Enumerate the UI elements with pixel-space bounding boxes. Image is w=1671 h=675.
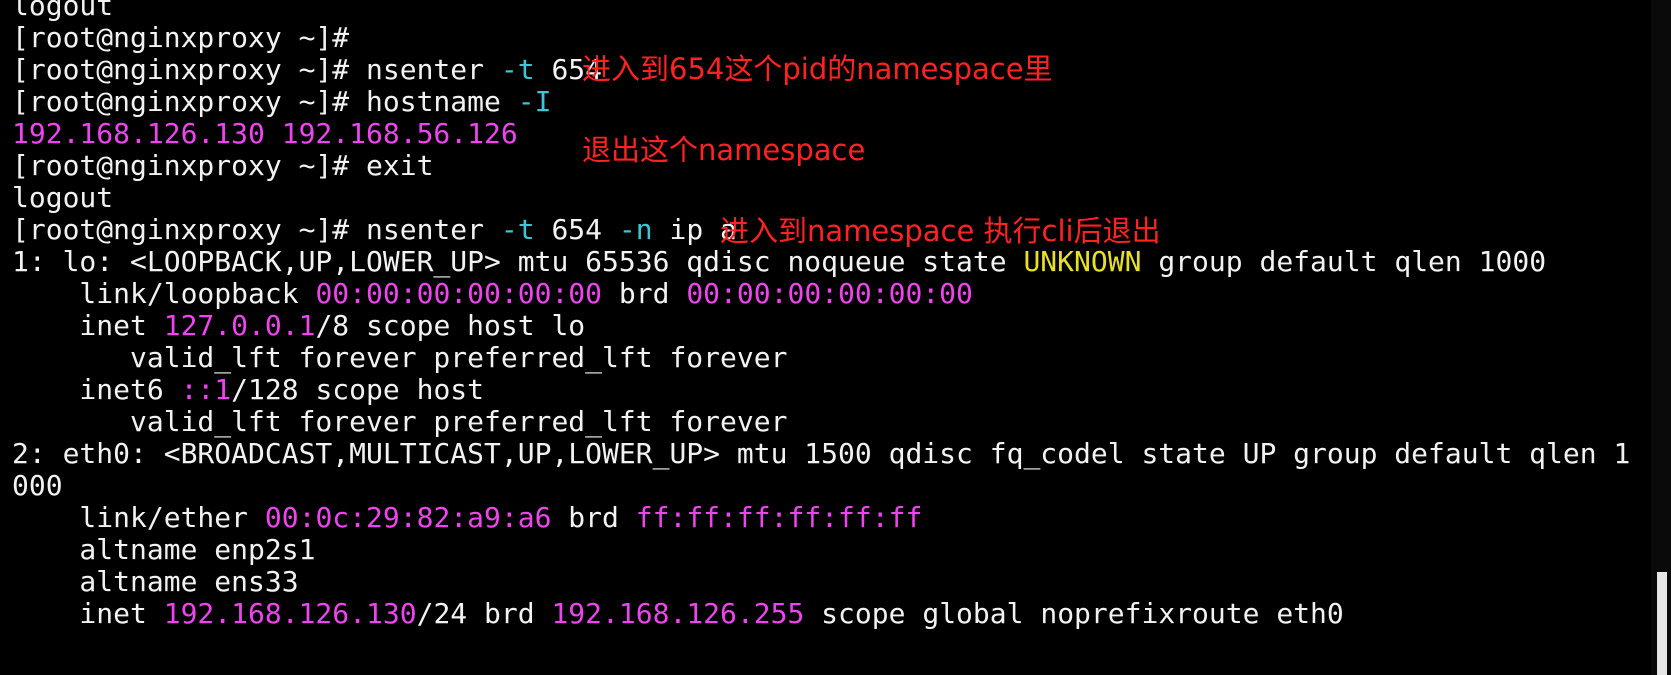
terminal-line: 1: lo: <LOOPBACK,UP,LOWER_UP> mtu 65536 … bbox=[12, 246, 1546, 278]
terminal-text-segment: scope global noprefixroute eth0 bbox=[804, 597, 1344, 630]
terminal-line: 000 bbox=[12, 470, 63, 502]
terminal-text-segment: [root@nginxproxy ~]# nsenter bbox=[12, 213, 501, 246]
terminal-text-segment: -I bbox=[517, 85, 552, 118]
terminal-line: link/loopback 00:00:00:00:00:00 brd 00:0… bbox=[12, 277, 973, 310]
terminal-text-segment: 654 bbox=[534, 213, 619, 246]
terminal-text-segment: 00:00:00:00:00:00 bbox=[315, 277, 603, 310]
terminal-line: [root@nginxproxy ~]# hostname -I bbox=[12, 86, 551, 118]
terminal-text-segment: 127.0.0.1 bbox=[163, 309, 316, 342]
terminal-text-segment: brd bbox=[602, 277, 687, 310]
terminal-text-segment: link/ether bbox=[12, 501, 265, 534]
terminal-text-segment: inet bbox=[12, 597, 164, 630]
terminal-line: altname ens33 bbox=[12, 565, 299, 598]
terminal-text-segment: logout bbox=[12, 0, 114, 22]
terminal-line: link/ether 00:0c:29:82:a9:a6 brd ff:ff:f… bbox=[12, 502, 922, 534]
terminal-text-segment: /24 brd bbox=[416, 597, 552, 630]
terminal-text-segment: [root@nginxproxy ~]# nsenter bbox=[12, 53, 501, 86]
terminal-text-segment: 192.168.126.255 bbox=[551, 597, 805, 630]
terminal-text-segment: 000 bbox=[12, 469, 63, 502]
scrollbar-thumb[interactable] bbox=[1657, 572, 1667, 675]
terminal-text-segment: valid_lft forever preferred_lft forever bbox=[12, 405, 788, 438]
terminal-text-segment: 2: eth0: <BROADCAST,MULTICAST,UP,LOWER_U… bbox=[12, 437, 1631, 470]
terminal-text-segment: [root@nginxproxy ~]# bbox=[12, 21, 350, 54]
annotation-exit-namespace: 退出这个namespace bbox=[582, 133, 866, 167]
terminal-text-segment: inet bbox=[12, 309, 164, 342]
terminal-text-segment: group default qlen 1000 bbox=[1141, 245, 1547, 278]
terminal-window[interactable]: logout [root@nginxproxy ~]# [root@nginxpro… bbox=[0, 0, 1651, 675]
annotation-enter-pid-namespace: 进入到654这个pid的namespace里 bbox=[582, 52, 1053, 86]
annotation-run-cli-exit: 进入到namespace 执行cli后退出 bbox=[720, 214, 1161, 248]
terminal-line: inet6 ::1/128 scope host bbox=[12, 374, 484, 406]
terminal-text-segment: 00:0c:29:82:a9:a6 bbox=[264, 501, 552, 534]
terminal-text-segment: -n bbox=[618, 213, 653, 246]
terminal-line: valid_lft forever preferred_lft forever bbox=[12, 342, 787, 374]
terminal-text-segment: ::1 bbox=[180, 373, 232, 406]
terminal-text-segment: /8 scope host lo bbox=[315, 309, 586, 342]
terminal-text-segment: UNKNOWN bbox=[1023, 245, 1142, 278]
terminal-text-segment: brd bbox=[551, 501, 636, 534]
terminal-text-segment: logout bbox=[12, 181, 114, 214]
terminal-text-segment: valid_lft forever preferred_lft forever bbox=[12, 341, 788, 374]
terminal-text-segment: -t bbox=[500, 53, 535, 86]
terminal-line: inet 127.0.0.1/8 scope host lo bbox=[12, 310, 585, 342]
terminal-line: valid_lft forever preferred_lft forever bbox=[12, 406, 787, 438]
terminal-text-segment: inet6 bbox=[12, 373, 181, 406]
terminal-line: 192.168.126.130 192.168.56.126 bbox=[12, 118, 518, 150]
terminal-line: logout bbox=[12, 182, 113, 214]
terminal-line: logout bbox=[12, 0, 113, 22]
terminal-text-segment: ff:ff:ff:ff:ff:ff bbox=[635, 501, 923, 534]
terminal-text-segment: 1: lo: <LOOPBACK,UP,LOWER_UP> mtu 65536 … bbox=[12, 245, 1024, 278]
terminal-text-segment: -t bbox=[500, 213, 535, 246]
terminal-line: [root@nginxproxy ~]# nsenter -t 654 -n i… bbox=[12, 214, 737, 246]
terminal-text-segment: /128 scope host bbox=[231, 373, 485, 406]
terminal-text-segment: [root@nginxproxy ~]# hostname bbox=[12, 85, 518, 118]
terminal-line: 2: eth0: <BROADCAST,MULTICAST,UP,LOWER_U… bbox=[12, 438, 1630, 470]
terminal-text-segment: 192.168.126.130 192.168.56.126 bbox=[12, 117, 518, 150]
terminal-line: [root@nginxproxy ~]# bbox=[12, 22, 349, 54]
terminal-line: altname enp2s1 bbox=[12, 534, 315, 566]
vertical-scrollbar[interactable] bbox=[1651, 0, 1671, 675]
terminal-line: inet 192.168.126.130/24 brd 192.168.126.… bbox=[12, 597, 1344, 630]
terminal-line: [root@nginxproxy ~]# exit bbox=[12, 150, 433, 182]
terminal-text-segment: 192.168.126.130 bbox=[163, 597, 417, 630]
terminal-line: [root@nginxproxy ~]# nsenter -t 654 bbox=[12, 54, 602, 86]
terminal-text-segment: altname enp2s1 bbox=[12, 533, 316, 566]
terminal-text-segment: altname ens33 bbox=[12, 565, 299, 598]
terminal-text-segment: 00:00:00:00:00:00 bbox=[686, 277, 973, 310]
terminal-text-segment: [root@nginxproxy ~]# exit bbox=[12, 149, 434, 182]
terminal-text-segment: link/loopback bbox=[12, 277, 316, 310]
